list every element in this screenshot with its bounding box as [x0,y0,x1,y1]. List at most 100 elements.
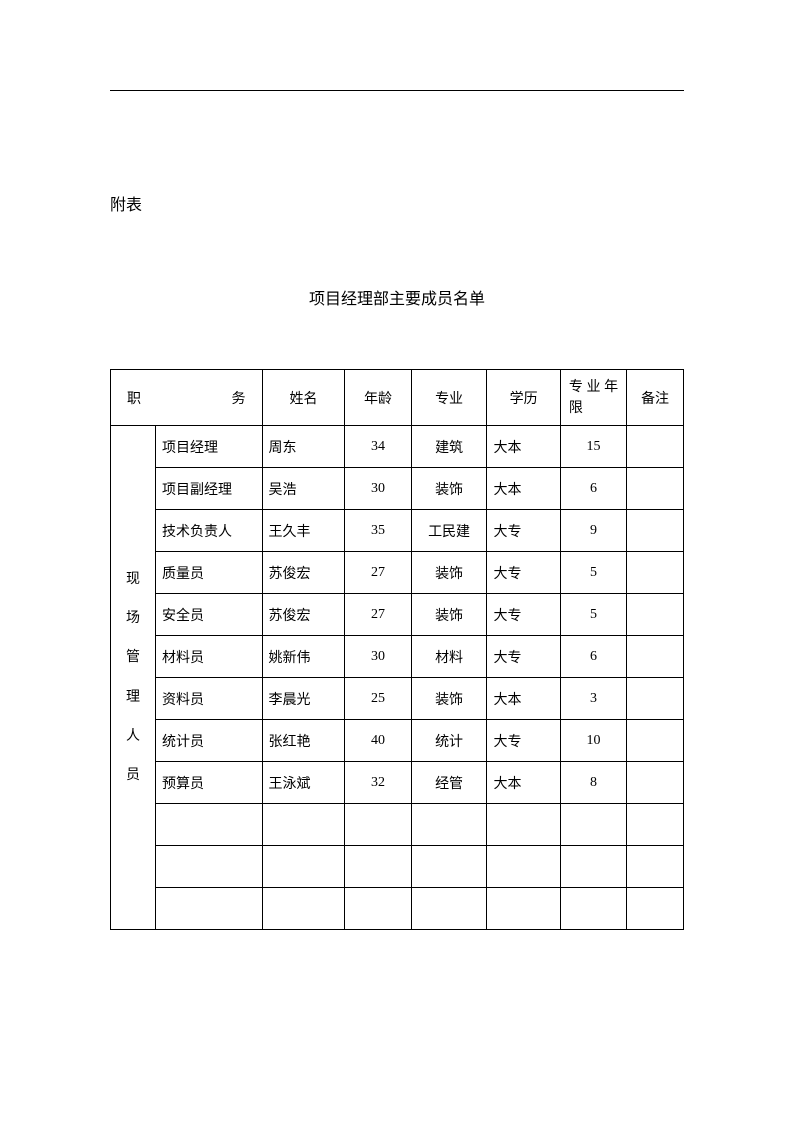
table-row: 资料员李晨光25装饰大本3 [111,678,684,720]
table-row: 安全员苏俊宏27装饰大专5 [111,594,684,636]
cell-role: 资料员 [155,678,262,720]
cell-role: 质量员 [155,552,262,594]
cell-age: 35 [345,510,411,552]
cell-role: 项目副经理 [155,468,262,510]
cell-name: 苏俊宏 [262,552,345,594]
cell-major: 经管 [411,762,487,804]
cell-degree: 大专 [487,636,560,678]
cell-years: 15 [560,426,626,468]
header-name: 姓名 [262,370,345,426]
cell-name: 吴浩 [262,468,345,510]
cell-role: 材料员 [155,636,262,678]
cell-name: 张红艳 [262,720,345,762]
cell-major: 统计 [411,720,487,762]
table-row: 技术负责人王久丰35工民建大专9 [111,510,684,552]
cell-name: 李晨光 [262,678,345,720]
cell-note [627,468,684,510]
cell-role [155,888,262,930]
cell-age: 30 [345,636,411,678]
table-row: 质量员苏俊宏27装饰大专5 [111,552,684,594]
top-rule [110,90,684,91]
cell-name [262,888,345,930]
cell-age: 30 [345,468,411,510]
cell-major: 建筑 [411,426,487,468]
cell-note [627,552,684,594]
cell-degree [487,888,560,930]
cell-note [627,510,684,552]
table-row: 统计员张红艳40统计大专10 [111,720,684,762]
header-job: 职务 [111,370,263,426]
cell-years: 5 [560,594,626,636]
cell-role: 项目经理 [155,426,262,468]
header-age: 年龄 [345,370,411,426]
cell-note [627,762,684,804]
cell-age [345,888,411,930]
cell-name: 姚新伟 [262,636,345,678]
cell-note [627,594,684,636]
cell-major: 材料 [411,636,487,678]
cell-name: 王泳斌 [262,762,345,804]
cell-note [627,720,684,762]
cell-note [627,888,684,930]
cell-major: 装饰 [411,468,487,510]
cell-degree: 大本 [487,426,560,468]
cell-name: 王久丰 [262,510,345,552]
cell-name: 苏俊宏 [262,594,345,636]
cell-role [155,804,262,846]
header-note: 备注 [627,370,684,426]
table-row: 材料员姚新伟30材料大专6 [111,636,684,678]
cell-degree: 大本 [487,468,560,510]
cell-age: 40 [345,720,411,762]
cell-years: 10 [560,720,626,762]
cell-major: 装饰 [411,678,487,720]
cell-major: 装饰 [411,594,487,636]
cell-age [345,804,411,846]
cell-note [627,636,684,678]
cell-note [627,678,684,720]
appendix-label: 附表 [110,191,684,215]
table-header-row: 职务 姓名 年龄 专业 学历 专业年限 备注 [111,370,684,426]
cell-major: 工民建 [411,510,487,552]
cell-years: 8 [560,762,626,804]
cell-age: 25 [345,678,411,720]
cell-years: 9 [560,510,626,552]
table-row: 项目副经理吴浩30装饰大本6 [111,468,684,510]
cell-name [262,846,345,888]
cell-years: 6 [560,468,626,510]
cell-degree: 大专 [487,594,560,636]
cell-age: 27 [345,594,411,636]
table-row: 预算员王泳斌32经管大本8 [111,762,684,804]
cell-degree: 大专 [487,720,560,762]
cell-name: 周东 [262,426,345,468]
cell-major [411,888,487,930]
cell-role: 预算员 [155,762,262,804]
header-major: 专业 [411,370,487,426]
cell-age: 34 [345,426,411,468]
cell-degree [487,804,560,846]
cell-years [560,846,626,888]
header-years: 专业年限 [560,370,626,426]
cell-major [411,804,487,846]
header-degree: 学历 [487,370,560,426]
cell-years [560,804,626,846]
cell-degree: 大本 [487,678,560,720]
cell-years [560,888,626,930]
cell-years: 3 [560,678,626,720]
cell-note [627,804,684,846]
cell-degree: 大专 [487,510,560,552]
cell-name [262,804,345,846]
table-row [111,888,684,930]
page-title: 项目经理部主要成员名单 [110,285,684,309]
cell-years: 5 [560,552,626,594]
cell-degree: 大本 [487,762,560,804]
cell-role: 技术负责人 [155,510,262,552]
cell-age [345,846,411,888]
cell-role: 统计员 [155,720,262,762]
cell-role: 安全员 [155,594,262,636]
cell-degree [487,846,560,888]
table-row [111,846,684,888]
cell-role [155,846,262,888]
cell-major [411,846,487,888]
category-cell: 现场管理人员 [111,426,156,930]
cell-years: 6 [560,636,626,678]
